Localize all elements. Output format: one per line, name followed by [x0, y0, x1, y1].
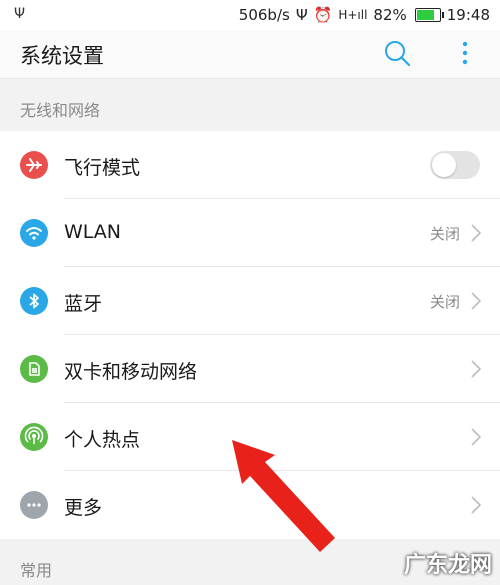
watermark: 广东龙网: [403, 553, 492, 578]
row-value: 关闭: [429, 225, 460, 243]
clock: 19:48: [446, 6, 490, 24]
page-title: 系统设置: [20, 44, 104, 68]
app-bar: 系统设置: [0, 30, 500, 79]
row-label: 蓝牙: [64, 293, 103, 315]
row-label: 更多: [64, 497, 103, 519]
airplane-icon: [20, 151, 48, 179]
airplane-mode-toggle[interactable]: [430, 151, 480, 179]
more-dots-icon: [20, 491, 48, 519]
usb-icon: Ψ: [14, 6, 26, 22]
row-label: 双卡和移动网络: [64, 361, 198, 383]
settings-row-more[interactable]: 更多: [0, 471, 500, 539]
signal-indicator: H+ıll: [338, 8, 368, 22]
row-label: WLAN: [64, 221, 122, 243]
bluetooth-icon: [20, 287, 48, 315]
search-icon[interactable]: [382, 38, 412, 68]
row-value: 关闭: [429, 293, 460, 311]
settings-row-hotspot[interactable]: 个人热点: [0, 403, 500, 471]
settings-row-bluetooth[interactable]: 蓝牙 关闭: [0, 267, 500, 335]
chevron-right-icon: [470, 291, 482, 311]
row-label: 飞行模式: [64, 157, 141, 179]
wifi-icon: [20, 219, 48, 247]
section-title: 无线和网络: [20, 101, 101, 120]
status-bar: Ψ 506b/s Ψ ⏰ H+ıll 82% 19:48: [0, 0, 500, 30]
chevron-right-icon: [470, 359, 482, 379]
alarm-icon: ⏰: [313, 6, 333, 24]
overflow-menu-icon[interactable]: [455, 38, 475, 68]
settings-row-dual-sim[interactable]: 双卡和移动网络: [0, 335, 500, 403]
toggle-knob: [432, 153, 456, 177]
battery-percent: 82%: [373, 6, 407, 24]
settings-row-wlan[interactable]: WLAN 关闭: [0, 199, 500, 267]
chevron-right-icon: [470, 495, 482, 515]
chevron-right-icon: [470, 223, 482, 243]
battery-fill: [416, 10, 434, 20]
hotspot-icon: [20, 423, 48, 451]
chevron-right-icon: [470, 427, 482, 447]
row-label: 个人热点: [64, 429, 141, 451]
battery-icon: [414, 8, 444, 22]
section-title: 常用: [20, 561, 53, 580]
sim-card-icon: [20, 355, 48, 383]
usb-debug-icon: Ψ: [295, 6, 308, 24]
settings-row-airplane-mode[interactable]: 飞行模式: [0, 131, 500, 199]
network-speed: 506b/s: [238, 6, 290, 24]
status-right: 506b/s Ψ ⏰ H+ıll 82% 19:48: [239, 0, 490, 30]
section-header-wireless: 无线和网络: [0, 79, 500, 131]
